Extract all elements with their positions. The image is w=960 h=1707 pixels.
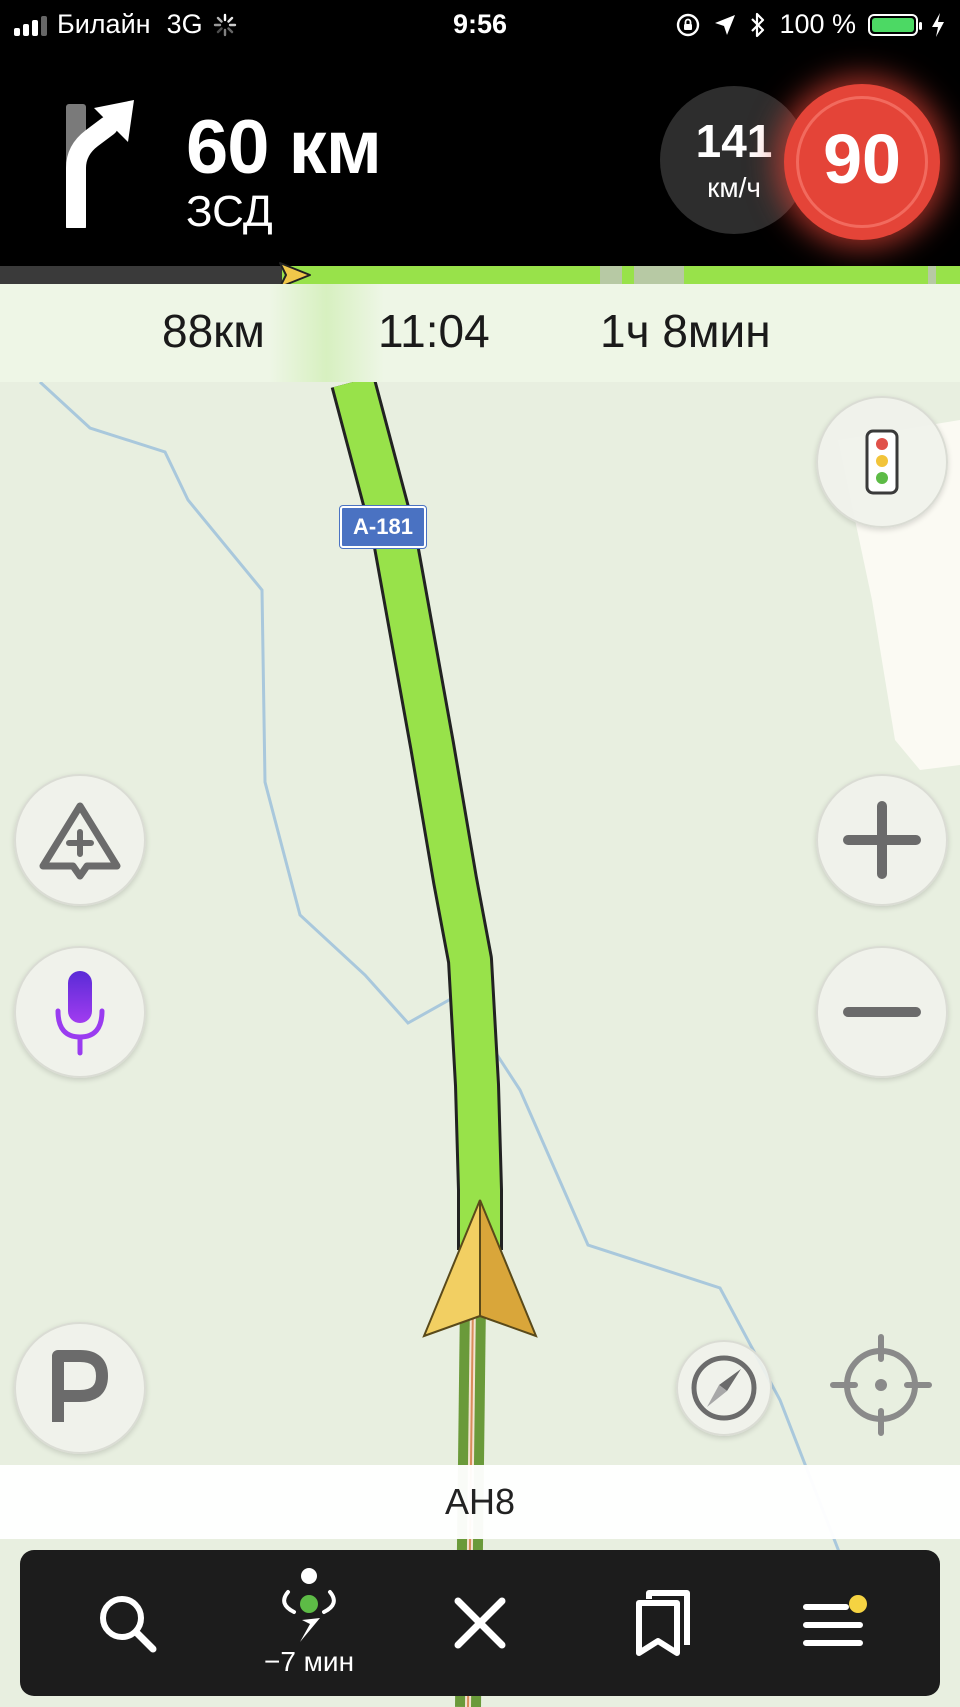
my-location-button[interactable] — [826, 1330, 936, 1440]
bookmarks-icon — [636, 1590, 690, 1656]
bottom-toolbar: −7 мин — [20, 1550, 940, 1696]
speed-limit-value: 90 — [823, 120, 901, 198]
add-road-event-icon — [39, 802, 121, 880]
parking-icon — [52, 1350, 108, 1422]
crosshair-location-icon — [830, 1334, 932, 1436]
arrival-time: 11:04 — [378, 305, 490, 357]
car-position-arrow-icon — [422, 1199, 538, 1338]
route-alternatives-icon — [282, 1568, 336, 1642]
route-overview-button[interactable]: −7 мин — [234, 1550, 384, 1696]
search-button[interactable] — [52, 1550, 202, 1696]
menu-icon — [803, 1595, 867, 1646]
report-road-event-button[interactable] — [14, 774, 146, 906]
speed-limit-sign: 90 — [784, 84, 940, 240]
microphone-icon — [55, 971, 105, 1056]
status-bar: Билайн 3G 9:56 100 % — [0, 0, 960, 50]
battery-percent: 100 % — [779, 9, 856, 39]
rotation-lock-icon — [677, 13, 700, 36]
trip-info-bar[interactable]: 88км 11:04 1ч 8мин — [0, 284, 960, 382]
road-shield-a181: А-181 — [340, 506, 426, 548]
remaining-distance: 88км — [162, 305, 265, 357]
current-street-label: АН8 — [0, 1465, 960, 1539]
zoom-out-button[interactable] — [816, 946, 948, 1078]
overview-time-saving: −7 мин — [263, 1646, 355, 1677]
battery-icon — [868, 13, 922, 36]
route-progress-bar — [0, 262, 960, 288]
voice-assistant-button[interactable] — [14, 946, 146, 1078]
parking-button[interactable] — [14, 1322, 146, 1454]
minus-icon — [843, 1007, 921, 1017]
compass-icon — [691, 1355, 757, 1421]
maneuver-road-name: ЗСД — [186, 187, 273, 236]
search-icon — [100, 1596, 157, 1653]
traffic-layer-button[interactable] — [816, 396, 948, 528]
menu-button[interactable] — [760, 1550, 910, 1696]
bookmarks-button[interactable] — [588, 1550, 738, 1696]
remaining-time: 1ч 8мин — [600, 305, 771, 357]
turn-slight-right-icon — [66, 100, 134, 228]
compass-button[interactable] — [676, 1340, 772, 1436]
charging-bolt-icon — [932, 12, 944, 37]
maneuver-panel[interactable]: 60 км ЗСД 141 км/ч 90 — [0, 50, 960, 266]
cancel-route-button[interactable] — [405, 1550, 555, 1696]
traffic-light-icon — [865, 429, 899, 495]
bluetooth-icon — [751, 12, 765, 37]
maneuver-distance: 60 км — [186, 105, 382, 190]
zoom-in-button[interactable] — [816, 774, 948, 906]
location-arrow-icon — [715, 14, 736, 35]
route-progress-done — [0, 266, 282, 284]
plus-icon — [843, 801, 921, 879]
close-icon — [454, 1597, 506, 1649]
